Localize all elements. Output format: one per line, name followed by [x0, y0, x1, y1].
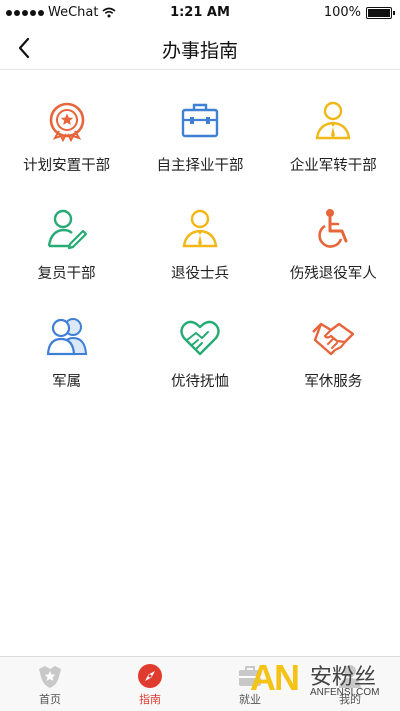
- person-tie-icon: [315, 101, 351, 140]
- guide-item-self-employment[interactable]: 自主择业干部: [133, 90, 266, 198]
- home-badge-icon: [39, 666, 61, 688]
- tab-guide[interactable]: 指南: [100, 657, 200, 711]
- handshake-icon: [312, 322, 355, 356]
- tab-employment[interactable]: 就业: [200, 657, 300, 711]
- guide-item-retirement-service[interactable]: 军休服务: [267, 306, 400, 414]
- guide-item-demobilized[interactable]: 复员干部: [0, 198, 133, 306]
- guide-item-disabled-veteran[interactable]: 伤残退役军人: [267, 198, 400, 306]
- nav-bar: 办事指南: [0, 26, 400, 70]
- tab-label: 我的: [339, 693, 361, 706]
- briefcase-icon: [181, 103, 219, 138]
- status-bar: WeChat 1:21 AM 100%: [0, 0, 400, 26]
- guide-item-label: 伤残退役军人: [289, 266, 377, 282]
- guide-item-retired-soldier[interactable]: 退役士兵: [133, 198, 266, 306]
- guide-item-label: 军属: [52, 374, 82, 390]
- guide-item-label: 企业军转干部: [289, 158, 377, 174]
- tab-bar: 首页 指南 就业 我的: [0, 656, 400, 711]
- guide-item-label: 军休服务: [304, 374, 363, 390]
- compass-icon: [138, 664, 162, 688]
- page-title: 办事指南: [161, 40, 238, 62]
- tab-label: 就业: [239, 693, 261, 706]
- heart-hands-icon: [180, 320, 220, 356]
- guide-item-label: 计划安置干部: [23, 158, 111, 174]
- tab-home[interactable]: 首页: [0, 657, 100, 711]
- guide-item-label: 复员干部: [37, 266, 96, 282]
- tab-label: 指南: [139, 693, 161, 706]
- tab-label: 首页: [39, 693, 61, 706]
- battery-group: 100%: [323, 5, 395, 20]
- battery-icon: [366, 6, 395, 19]
- person-edit-icon: [47, 209, 87, 250]
- briefcase-icon: [239, 666, 261, 686]
- tab-mine[interactable]: 我的: [300, 657, 400, 711]
- guide-item-label: 退役士兵: [170, 266, 229, 282]
- guide-item-label: 优待抚恤: [170, 374, 229, 390]
- guide-grid: 计划安置干部 自主择业干部 企业军转干部 复员干部 退役士兵 伤残退役军人 军属…: [0, 90, 400, 414]
- guide-item-planned-placement[interactable]: 计划安置干部: [0, 90, 133, 198]
- wheelchair-icon: [318, 209, 348, 248]
- person-tie-icon: [182, 209, 218, 248]
- guide-item-label: 自主择业干部: [156, 158, 244, 174]
- family-icon: [46, 318, 87, 356]
- guide-item-military-family[interactable]: 军属: [0, 306, 133, 414]
- battery-percent: 100%: [323, 5, 361, 20]
- person-icon: [339, 665, 361, 688]
- badge-star-icon: [49, 102, 84, 142]
- guide-item-preferential-pension[interactable]: 优待抚恤: [133, 306, 266, 414]
- guide-item-enterprise-transfer[interactable]: 企业军转干部: [267, 90, 400, 198]
